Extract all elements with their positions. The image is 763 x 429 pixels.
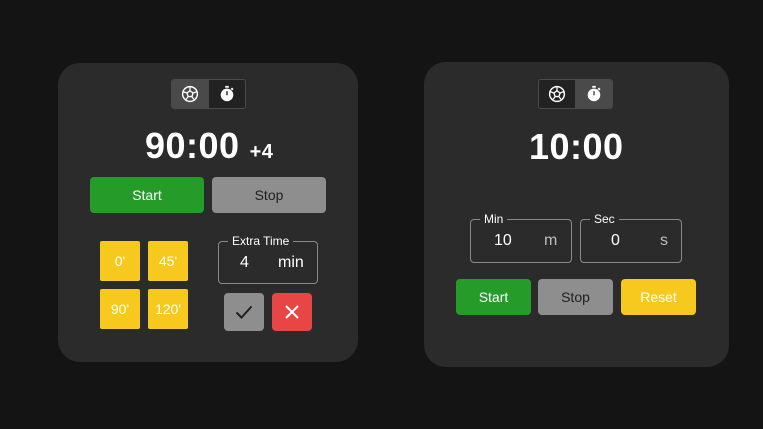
- soccer-ball-icon: [181, 85, 199, 103]
- confirm-button[interactable]: [224, 293, 264, 331]
- extra-time-field[interactable]: Extra Time 4 min: [218, 234, 318, 284]
- timer-mode-button[interactable]: [575, 80, 612, 108]
- minutes-value[interactable]: 10: [494, 232, 512, 250]
- seconds-value[interactable]: 0: [611, 232, 620, 250]
- timer-mode-button[interactable]: [208, 80, 245, 108]
- quick-time-45-button[interactable]: 45': [148, 241, 188, 281]
- check-icon: [235, 305, 253, 319]
- stop-button[interactable]: Stop: [538, 279, 613, 315]
- extra-time-label: Extra Time: [228, 234, 294, 248]
- close-icon: [285, 305, 299, 319]
- quick-time-0-button[interactable]: 0': [100, 241, 140, 281]
- minutes-label: Min: [480, 212, 508, 226]
- soccer-ball-icon: [548, 85, 566, 103]
- start-button[interactable]: Start: [456, 279, 531, 315]
- quick-time-90-button[interactable]: 90': [100, 289, 140, 329]
- stopwatch-icon: [587, 85, 601, 102]
- match-mode-button[interactable]: [539, 80, 575, 108]
- mode-toggle: [538, 79, 613, 109]
- added-time: +4: [249, 141, 274, 163]
- reset-button[interactable]: Reset: [621, 279, 696, 315]
- seconds-label: Sec: [590, 212, 619, 226]
- countdown-clock: 10:00: [529, 126, 624, 167]
- stopwatch-icon: [220, 85, 234, 102]
- minutes-field[interactable]: Min 10 m: [470, 212, 572, 263]
- clock-time: 90:00: [145, 125, 240, 166]
- seconds-field[interactable]: Sec 0 s: [580, 212, 682, 263]
- extra-time-value[interactable]: 4: [240, 254, 249, 272]
- match-clock-card: 90:00 +4 Start Stop 0' 45' 90' 120' Extra…: [58, 63, 358, 362]
- match-mode-button[interactable]: [172, 80, 208, 108]
- countdown-timer-card: 10:00 Min 10 m Sec 0 s Start Stop Reset: [424, 62, 729, 367]
- match-clock: 90:00 +4: [145, 125, 273, 167]
- cancel-button[interactable]: [272, 293, 312, 331]
- minutes-unit: m: [544, 232, 558, 249]
- start-button[interactable]: Start: [90, 177, 204, 213]
- mode-toggle: [171, 79, 246, 109]
- seconds-unit: s: [660, 232, 668, 249]
- extra-time-unit: min: [278, 254, 304, 271]
- stop-button[interactable]: Stop: [212, 177, 326, 213]
- quick-time-120-button[interactable]: 120': [148, 289, 188, 329]
